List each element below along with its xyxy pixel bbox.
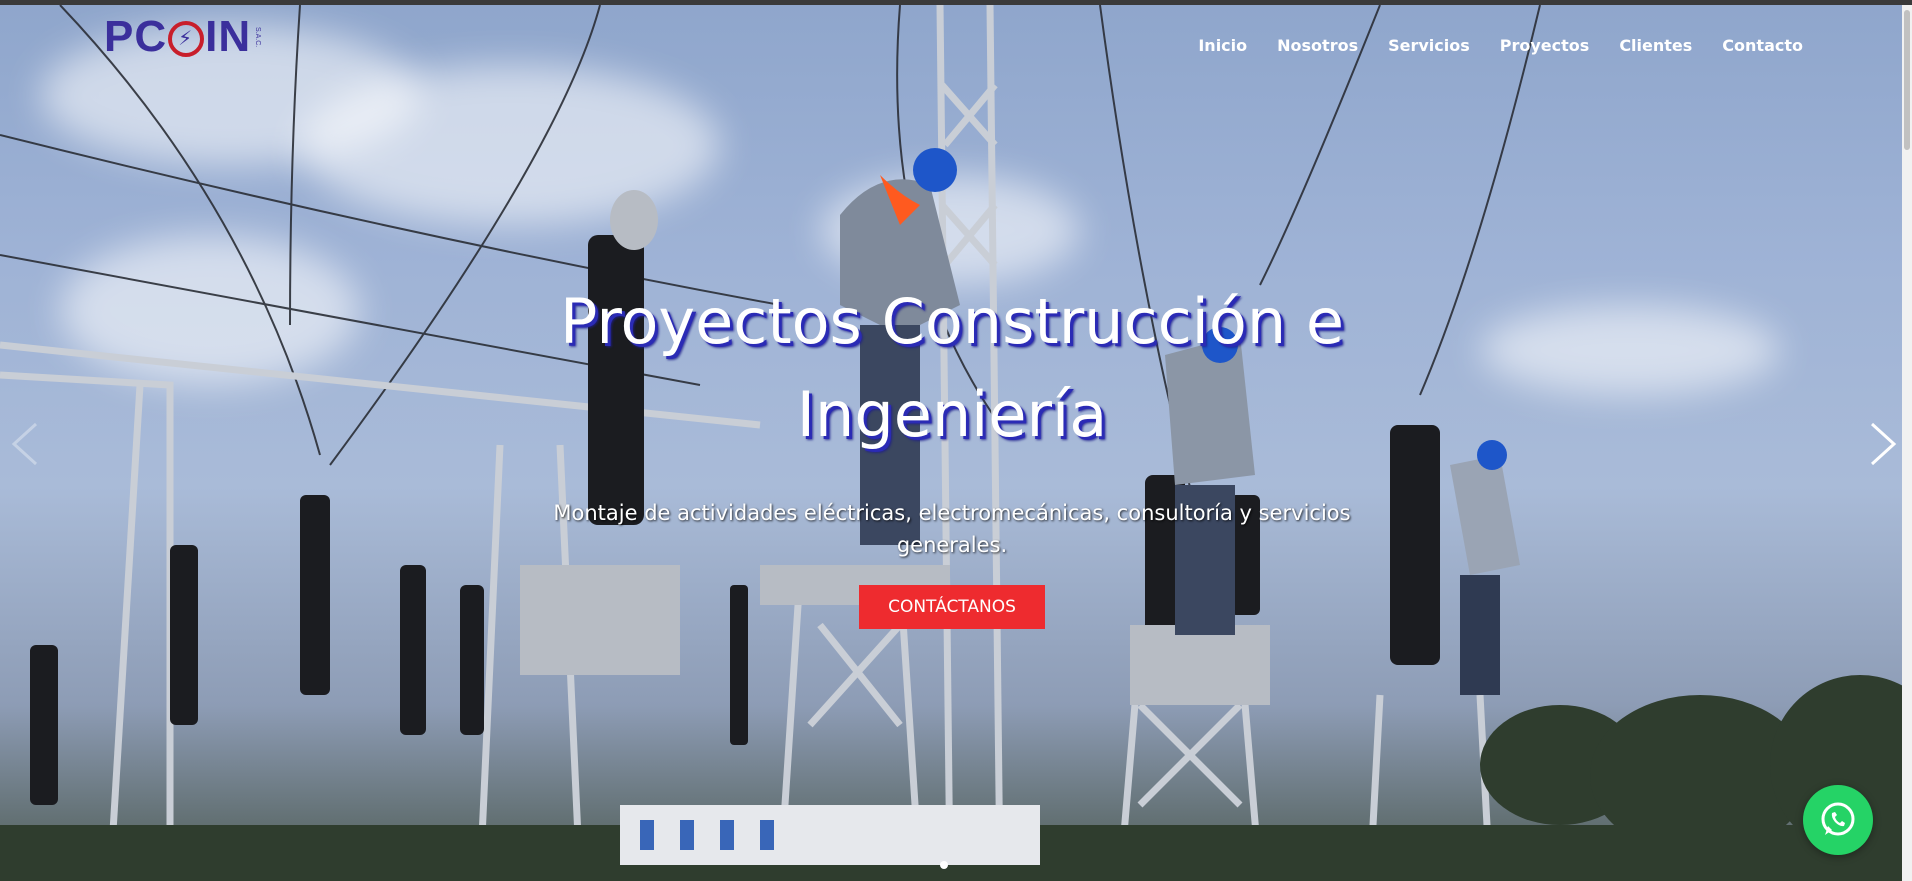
browser-top-bar xyxy=(0,0,1912,5)
brand-logo[interactable]: PC IN S.A.C. xyxy=(104,12,261,62)
slider-pagination xyxy=(940,861,948,869)
logo-suffix: S.A.C. xyxy=(254,26,262,48)
hero-subtitle: Montaje de actividades eléctricas, elect… xyxy=(553,501,1351,557)
slider-dot[interactable] xyxy=(940,861,948,869)
whatsapp-icon xyxy=(1821,802,1855,836)
nav-item-servicios[interactable]: Servicios xyxy=(1388,36,1470,55)
nav-item-clientes[interactable]: Clientes xyxy=(1619,36,1692,55)
whatsapp-button[interactable] xyxy=(1803,785,1873,855)
chevron-left-icon xyxy=(11,422,38,466)
main-navigation: Inicio Nosotros Servicios Proyectos Clie… xyxy=(1168,36,1803,55)
slider-next-button[interactable] xyxy=(1862,420,1902,468)
hero-title: Proyectos Construcción e Ingeniería xyxy=(560,285,1344,451)
lightning-icon xyxy=(168,21,205,57)
hero-caption: Proyectos Construcción e Ingeniería Mont… xyxy=(500,275,1404,629)
logo-text-right: IN xyxy=(205,12,252,61)
nav-item-inicio[interactable]: Inicio xyxy=(1198,36,1247,55)
logo-text-left: PC xyxy=(104,12,168,61)
nav-item-proyectos[interactable]: Proyectos xyxy=(1500,36,1590,55)
scrollbar-thumb[interactable] xyxy=(1904,10,1910,150)
chevron-right-icon xyxy=(1870,422,1897,466)
nav-item-contacto[interactable]: Contacto xyxy=(1722,36,1803,55)
contact-cta-button[interactable]: CONTÁCTANOS xyxy=(859,585,1045,629)
nav-item-nosotros[interactable]: Nosotros xyxy=(1277,36,1358,55)
slider-prev-button[interactable] xyxy=(6,420,46,468)
